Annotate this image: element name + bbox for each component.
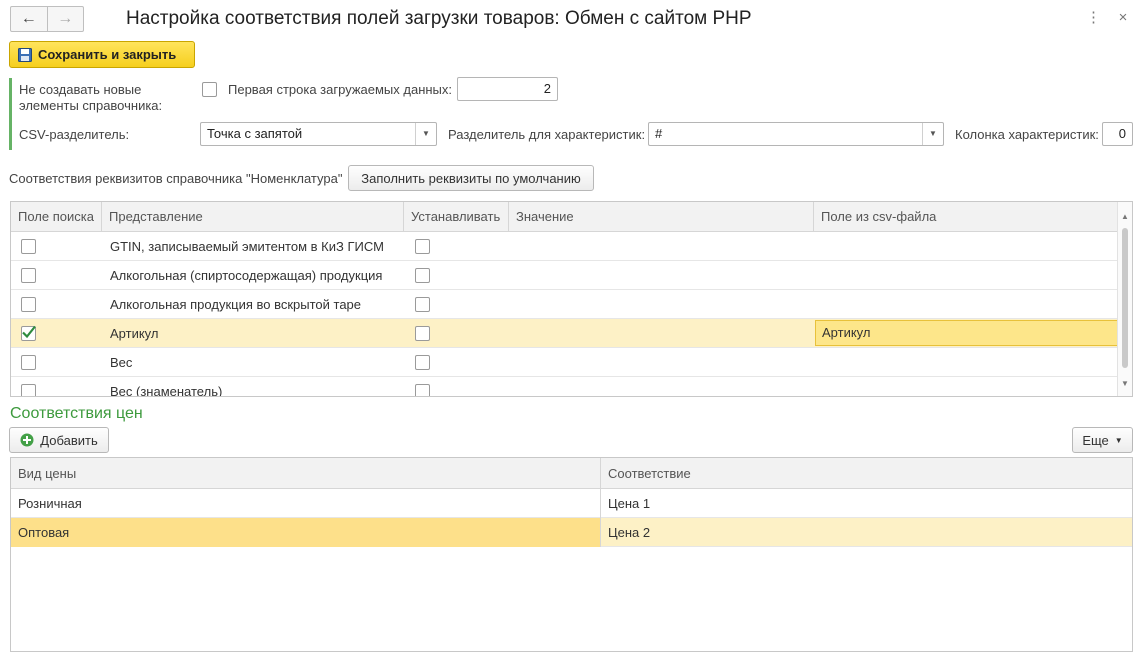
add-circle-icon (20, 433, 34, 447)
attribute-name: Алкогольная продукция во вскрытой таре (110, 297, 362, 312)
table-row[interactable]: Алкогольная продукция во вскрытой таре (11, 290, 1118, 319)
scroll-down-icon[interactable]: ▼ (1121, 379, 1129, 388)
attribute-name: Вес (110, 355, 133, 370)
column-header[interactable]: Поле поиска (11, 202, 102, 231)
set-value-checkbox[interactable] (415, 297, 430, 312)
search-field-checkbox[interactable] (21, 325, 36, 341)
no-create-checkbox[interactable] (202, 82, 217, 97)
checkmark-icon (22, 325, 36, 339)
set-value-checkbox[interactable] (415, 268, 430, 283)
table-row[interactable]: Артикул Артикул (11, 319, 1118, 348)
chevron-down-icon[interactable]: ▼ (922, 123, 943, 145)
first-row-input[interactable]: 2 (457, 77, 558, 101)
floppy-disk-icon (18, 47, 32, 62)
attribute-name: GTIN, записываемый эмитентом в КиЗ ГИСМ (110, 239, 384, 254)
attribute-name: Вес (знаменатель) (110, 384, 223, 397)
close-icon[interactable]: × (1116, 8, 1130, 28)
table-row[interactable]: Алкогольная (спиртосодержащая) продукция (11, 261, 1118, 290)
set-value-checkbox[interactable] (415, 384, 430, 396)
char-separator-select[interactable]: # ▼ (648, 122, 944, 146)
fill-default-button[interactable]: Заполнить реквизиты по умолчанию (348, 165, 594, 191)
csv-field-cell[interactable]: Артикул (815, 320, 1118, 346)
column-header[interactable]: Поле из csv-файла (814, 202, 1118, 231)
set-value-checkbox[interactable] (415, 355, 430, 370)
set-value-checkbox[interactable] (415, 326, 430, 341)
save-and-close-label: Сохранить и закрыть (38, 47, 177, 62)
char-separator-label: Разделитель для характеристик: (448, 127, 646, 142)
scroll-up-icon[interactable]: ▲ (1121, 212, 1129, 221)
search-field-checkbox[interactable] (21, 239, 36, 254)
no-create-label: Не создавать новые элементы справочника: (19, 82, 163, 113)
required-group-marker (9, 78, 12, 150)
prices-table: Вид цены Соответствие Розничная Цена 1 Опт… (10, 457, 1133, 652)
csv-field-cell[interactable] (815, 261, 822, 290)
column-header[interactable]: Вид цены (11, 458, 601, 489)
attributes-table-header: Поле поиска Представление Устанавливать … (11, 202, 1118, 232)
forward-arrow-icon[interactable]: → (48, 7, 84, 31)
csv-field-cell[interactable] (815, 290, 822, 319)
search-field-checkbox[interactable] (21, 297, 36, 312)
csv-separator-value: Точка с запятой (207, 126, 303, 141)
char-separator-value: # (655, 126, 663, 141)
attributes-scrollbar[interactable]: ▲ ▼ (1117, 202, 1132, 396)
search-field-checkbox[interactable] (21, 355, 36, 370)
back-arrow-icon[interactable]: ← (11, 7, 48, 31)
chevron-down-icon[interactable]: ▼ (415, 123, 436, 145)
attribute-value[interactable] (509, 377, 516, 396)
table-row[interactable]: Вес (11, 348, 1118, 377)
char-column-label: Колонка характеристик: (955, 127, 1099, 142)
attribute-value[interactable] (509, 261, 516, 290)
table-row[interactable]: Оптовая Цена 2 (11, 518, 1132, 547)
prices-table-header: Вид цены Соответствие (11, 458, 1132, 489)
csv-field-cell[interactable] (815, 377, 822, 396)
csv-field-cell[interactable] (815, 348, 822, 377)
column-header[interactable]: Устанавливать (404, 202, 509, 231)
table-row[interactable]: Розничная Цена 1 (11, 489, 1132, 518)
save-and-close-button[interactable]: Сохранить и закрыть (9, 41, 195, 68)
table-row[interactable]: Вес (знаменатель) (11, 377, 1118, 397)
first-row-label: Первая строка загружаемых данных: (228, 82, 453, 97)
price-match-cell[interactable]: Цена 1 (601, 489, 1132, 518)
page-title: Настройка соответствия полей загрузки то… (126, 8, 752, 29)
char-column-input[interactable]: 0 (1102, 122, 1133, 146)
column-header[interactable]: Значение (509, 202, 814, 231)
csv-separator-label: CSV-разделитель: (19, 127, 130, 142)
add-price-label: Добавить (40, 432, 98, 448)
attribute-name: Алкогольная (спиртосодержащая) продукция (110, 268, 383, 283)
attributes-table: Поле поиска Представление Устанавливать … (10, 201, 1133, 397)
search-field-checkbox[interactable] (21, 268, 36, 283)
table-row[interactable]: GTIN, записываемый эмитентом в КиЗ ГИСМ (11, 232, 1118, 261)
more-menu-icon[interactable]: ⋮ (1086, 8, 1101, 28)
csv-field-cell[interactable] (815, 232, 822, 261)
attribute-value[interactable] (509, 348, 516, 377)
attribute-value[interactable] (509, 290, 516, 319)
column-header[interactable]: Представление (102, 202, 404, 231)
more-label: Еще (1082, 432, 1109, 448)
attribute-value[interactable] (509, 232, 516, 261)
chevron-down-icon: ▼ (1114, 435, 1123, 445)
prices-section-title: Соответствия цен (10, 405, 143, 422)
attribute-value[interactable] (509, 319, 516, 348)
search-field-checkbox[interactable] (21, 384, 36, 396)
set-value-checkbox[interactable] (415, 239, 430, 254)
nav-buttons: ← → (10, 6, 84, 32)
price-type-cell[interactable]: Оптовая (11, 518, 601, 547)
attribute-name: Артикул (110, 326, 159, 341)
price-match-cell[interactable]: Цена 2 (601, 518, 1132, 547)
scrollbar-thumb[interactable] (1122, 228, 1128, 368)
csv-separator-select[interactable]: Точка с запятой ▼ (200, 122, 437, 146)
add-price-button[interactable]: Добавить (9, 427, 109, 453)
more-button[interactable]: Еще ▼ (1072, 427, 1133, 453)
attributes-label: Соответствия реквизитов справочника "Ном… (9, 171, 343, 186)
price-type-cell[interactable]: Розничная (11, 489, 601, 518)
column-header[interactable]: Соответствие (601, 458, 1132, 489)
